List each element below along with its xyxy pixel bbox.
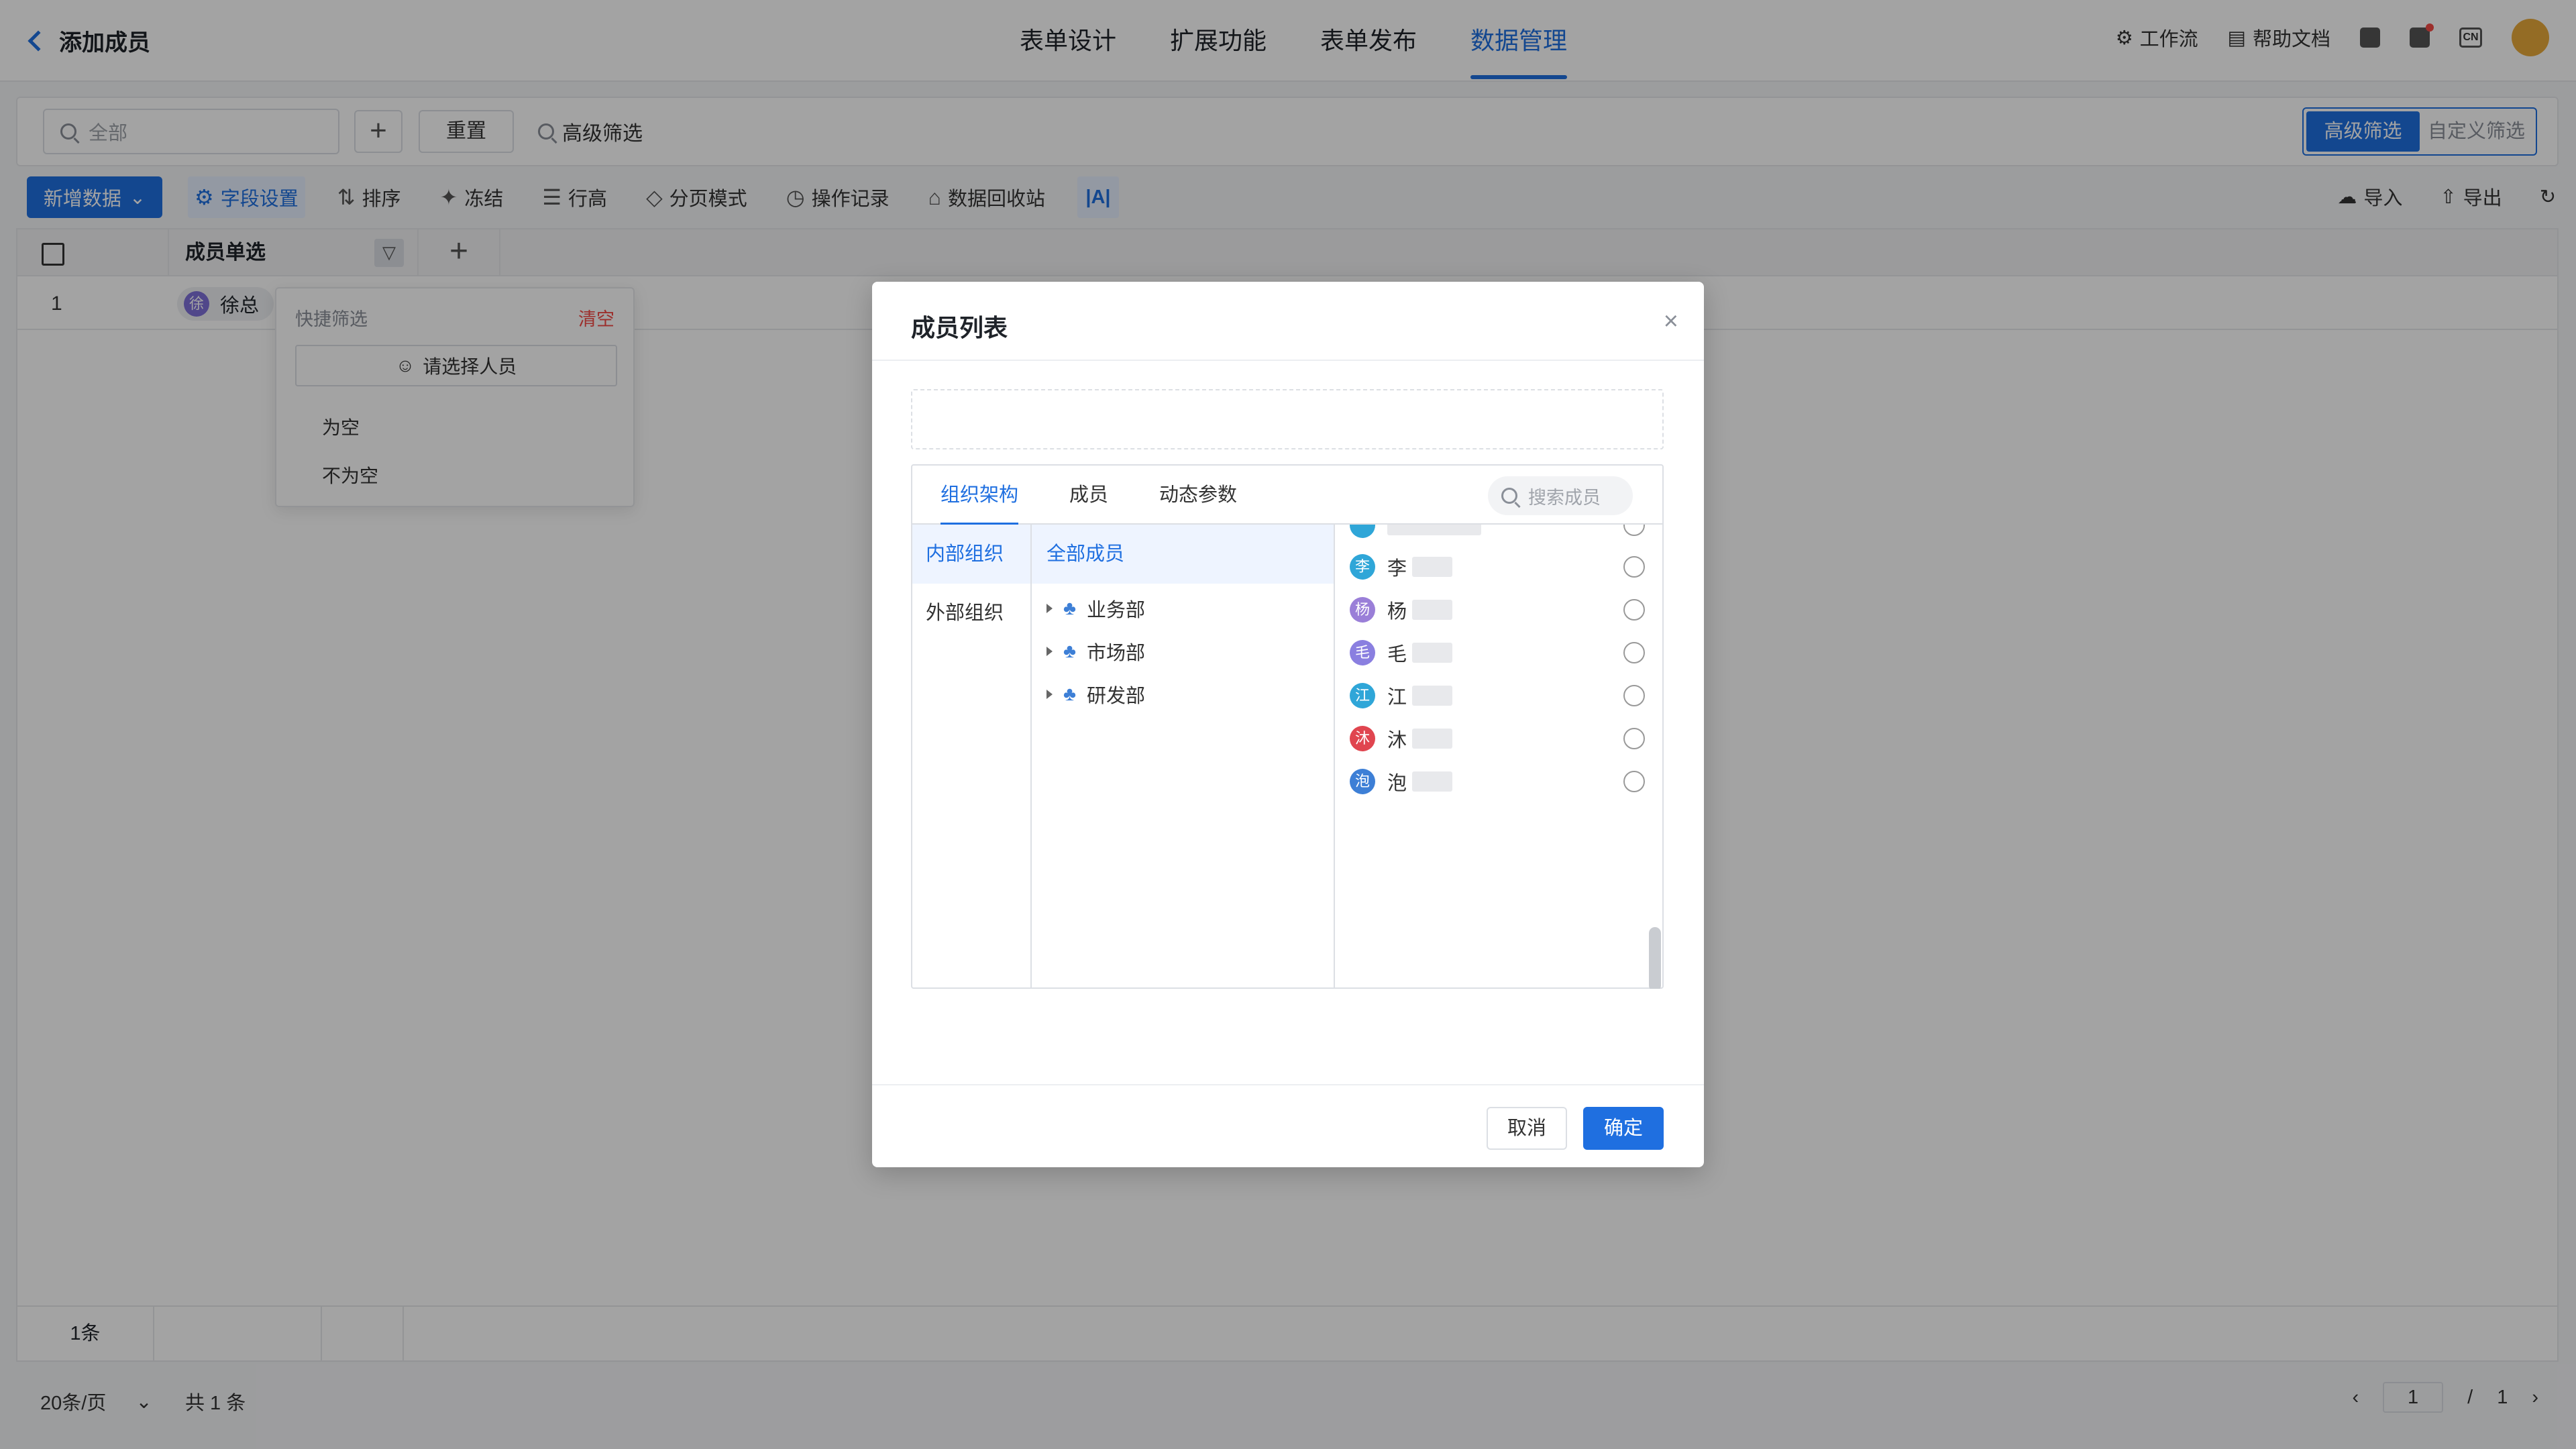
department-tree: 全部成员 ♣ 业务部 ♣ 市场部 ♣ 研发部: [1032, 525, 1335, 989]
dept-label: 业务部: [1087, 600, 1146, 621]
selected-members-box[interactable]: [911, 389, 1664, 449]
list-item[interactable]: 毛 毛: [1350, 636, 1645, 669]
tree-item-dept[interactable]: ♣ 业务部: [1046, 592, 1145, 625]
redacted-name: [1412, 643, 1453, 663]
tab-members[interactable]: 成员: [1069, 466, 1108, 525]
member-picker: 组织架构 成员 动态参数 搜索成员 内部组织 外部组织 全部成员 ♣ 业务部 ♣…: [911, 464, 1664, 989]
avatar: 沐: [1350, 726, 1375, 751]
cancel-button[interactable]: 取消: [1487, 1107, 1567, 1150]
search-icon: [1501, 488, 1517, 504]
member-search-placeholder: 搜索成员: [1528, 487, 1601, 508]
member-radio[interactable]: [1623, 599, 1645, 621]
list-item[interactable]: 杨 杨: [1350, 593, 1645, 627]
caret-right-icon[interactable]: [1046, 647, 1053, 656]
member-radio[interactable]: [1623, 556, 1645, 578]
tab-org-structure[interactable]: 组织架构: [941, 466, 1019, 526]
list-item[interactable]: 沐 沐: [1350, 722, 1645, 755]
member-name: 毛: [1387, 644, 1407, 665]
member-name: 李: [1387, 558, 1407, 580]
list-item[interactable]: [1350, 525, 1645, 542]
member-name: 江: [1387, 687, 1407, 708]
redacted-name: [1412, 600, 1453, 620]
dialog-title: 成员列表: [911, 314, 1008, 341]
dialog-header: 成员列表 ×: [872, 282, 1704, 361]
list-item[interactable]: 江 江: [1350, 679, 1645, 712]
caret-right-icon[interactable]: [1046, 604, 1053, 613]
avatar: 泡: [1350, 769, 1375, 794]
tab-dynamic-params[interactable]: 动态参数: [1159, 466, 1237, 525]
avatar: 毛: [1350, 640, 1375, 665]
dept-label: 市场部: [1087, 643, 1146, 664]
member-radio[interactable]: [1623, 642, 1645, 663]
redacted-name: [1412, 557, 1453, 577]
avatar: 李: [1350, 554, 1375, 580]
avatar: 江: [1350, 683, 1375, 708]
avatar: 杨: [1350, 597, 1375, 623]
org-icon: ♣: [1063, 640, 1077, 662]
picker-tabs: 组织架构 成员 动态参数 搜索成员: [912, 466, 1662, 526]
close-icon[interactable]: ×: [1664, 307, 1678, 336]
org-external[interactable]: 外部组织: [912, 584, 1030, 643]
confirm-button[interactable]: 确定: [1583, 1107, 1664, 1150]
member-search-input[interactable]: 搜索成员: [1488, 476, 1633, 515]
org-type-list: 内部组织 外部组织: [912, 525, 1032, 989]
member-list-dialog: 成员列表 × 组织架构 成员 动态参数 搜索成员 内部组织 外部组织 全部成员 …: [872, 282, 1704, 1167]
member-name: 泡: [1387, 773, 1407, 794]
tree-item-dept[interactable]: ♣ 研发部: [1046, 678, 1145, 711]
redacted-name: [1412, 729, 1453, 749]
list-item[interactable]: 李 李: [1350, 550, 1645, 584]
redacted-name: [1412, 686, 1453, 706]
caret-right-icon[interactable]: [1046, 690, 1053, 699]
member-radio[interactable]: [1623, 685, 1645, 706]
member-name: 沐: [1387, 730, 1407, 751]
redacted-name: [1387, 525, 1481, 535]
org-internal[interactable]: 内部组织: [912, 525, 1030, 584]
org-icon: ♣: [1063, 597, 1077, 619]
all-members-item[interactable]: 全部成员: [1032, 525, 1334, 584]
list-item[interactable]: 泡 泡: [1350, 765, 1645, 798]
org-icon: ♣: [1063, 683, 1077, 705]
redacted-name: [1412, 771, 1453, 792]
member-list: 李 李 杨 杨 毛 毛 江 江 沐 沐 泡 泡: [1335, 525, 1664, 989]
avatar: [1350, 525, 1375, 538]
member-radio[interactable]: [1623, 728, 1645, 749]
tree-item-dept[interactable]: ♣ 市场部: [1046, 635, 1145, 668]
member-radio[interactable]: [1623, 771, 1645, 792]
member-radio[interactable]: [1623, 525, 1645, 536]
dialog-footer: 取消 确定: [872, 1084, 1704, 1167]
scrollbar-thumb[interactable]: [1649, 927, 1661, 989]
member-name: 杨: [1387, 601, 1407, 623]
dept-label: 研发部: [1087, 686, 1146, 707]
